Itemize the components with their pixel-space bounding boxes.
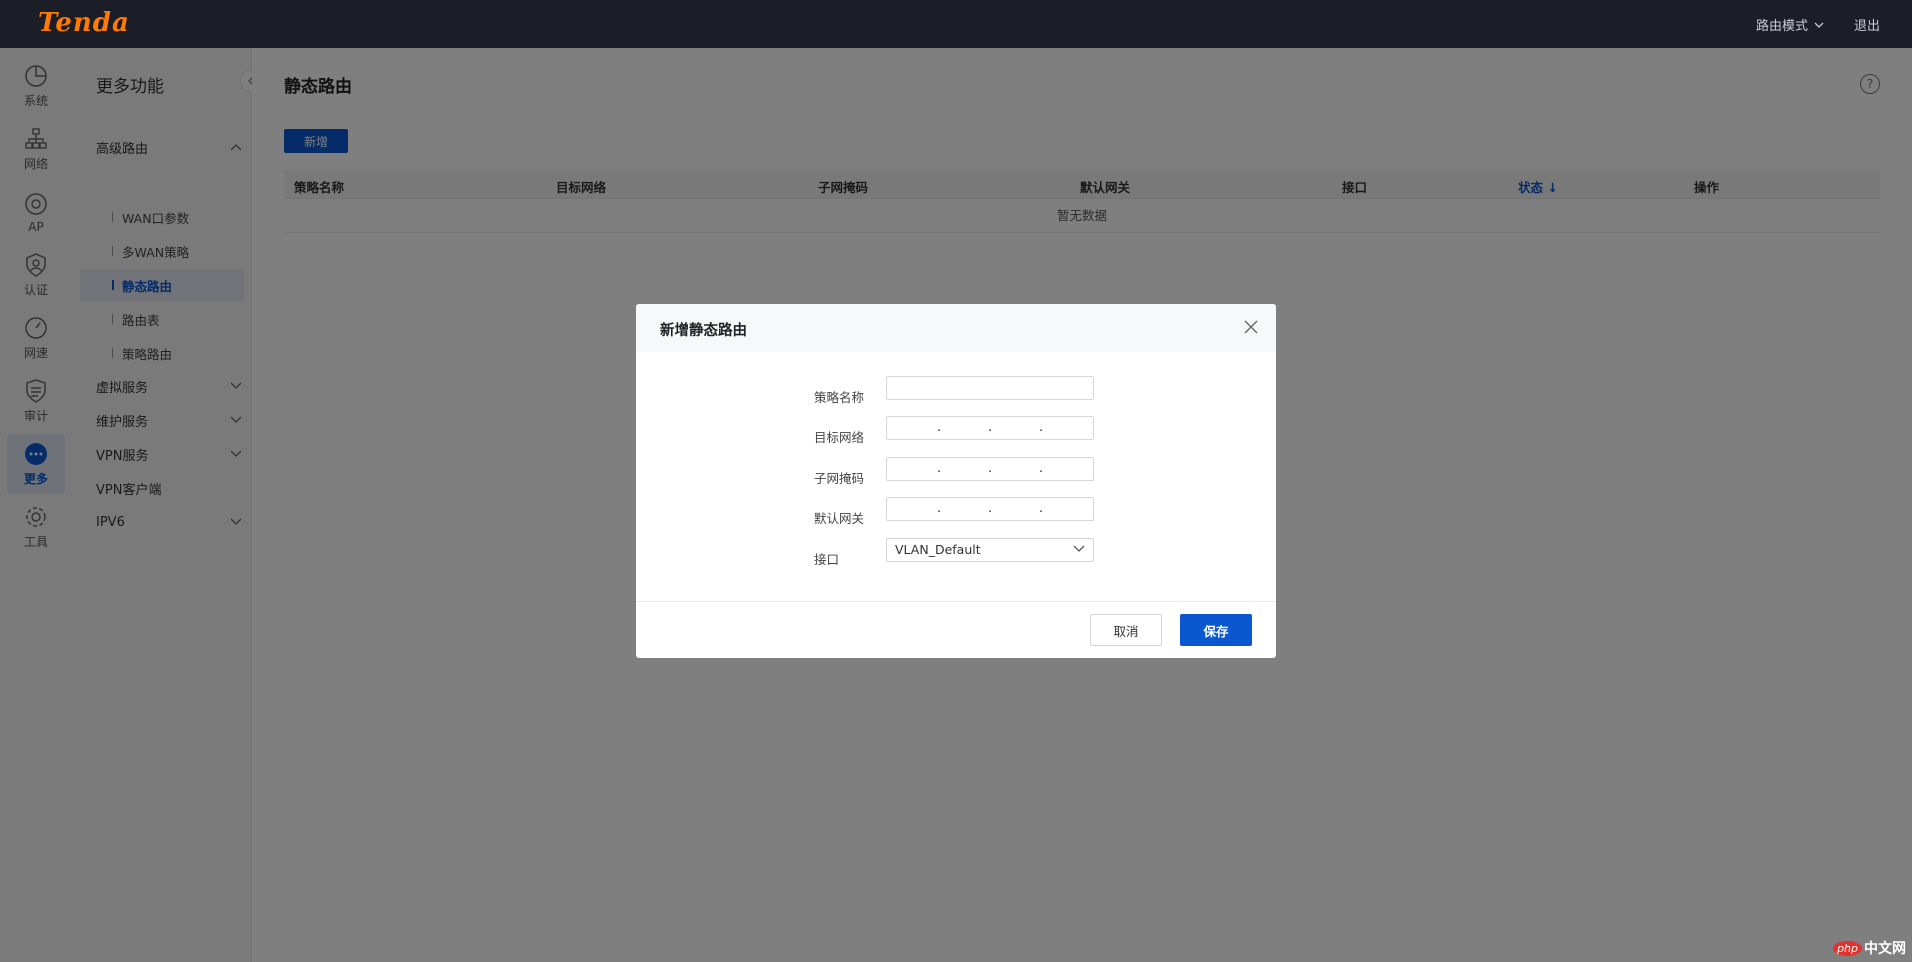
watermark-php-logo: php — [1833, 940, 1862, 956]
interface-label: 接口 — [814, 552, 840, 567]
add-static-route-dialog: 新增静态路由 策略名称 目标网络 . . . 子网掩码 . . . 默认网关 .… — [636, 304, 1276, 658]
subnet-mask-ip-input[interactable]: . . . — [886, 457, 1094, 481]
watermark-text: 中文网 — [1864, 941, 1906, 957]
save-button[interactable]: 保存 — [1180, 614, 1252, 646]
dest-network-label: 目标网络 — [814, 430, 865, 445]
ip-separator: . — [1039, 461, 1044, 476]
dest-network-ip-input[interactable]: . . . — [886, 416, 1094, 440]
router-mode-dropdown[interactable]: 路由模式 — [1756, 15, 1824, 34]
router-mode-label: 路由模式 — [1755, 19, 1808, 34]
watermark: php 中文网 — [1833, 938, 1906, 958]
ip-separator: . — [937, 501, 942, 516]
gateway-ip-input[interactable]: . . . — [886, 497, 1094, 521]
dialog-header: 新增静态路由 — [636, 304, 1276, 352]
policy-name-input[interactable] — [886, 376, 1094, 400]
interface-select-value: VLAN_Default — [895, 542, 981, 557]
ip-separator: . — [937, 420, 942, 435]
interface-select[interactable]: VLAN_Default — [886, 538, 1094, 562]
dialog-title: 新增静态路由 — [660, 323, 747, 339]
close-icon[interactable] — [1242, 318, 1260, 336]
ip-separator: . — [1039, 501, 1044, 516]
name-label: 策略名称 — [814, 390, 865, 405]
top-bar: Tenda 路由模式 退出 — [0, 0, 1912, 48]
tenda-logo: Tenda — [38, 8, 130, 38]
dialog-divider — [636, 601, 1276, 602]
ip-separator: . — [988, 461, 993, 476]
cancel-button[interactable]: 取消 — [1090, 614, 1162, 646]
ip-separator: . — [1039, 420, 1044, 435]
chevron-down-icon — [1073, 545, 1085, 552]
ip-separator: . — [988, 501, 993, 516]
logout-link[interactable]: 退出 — [1854, 15, 1880, 34]
subnet-mask-label: 子网掩码 — [814, 471, 865, 486]
gateway-label: 默认网关 — [814, 511, 865, 526]
ip-separator: . — [988, 420, 993, 435]
chevron-down-icon — [1814, 22, 1824, 28]
ip-separator: . — [937, 461, 942, 476]
